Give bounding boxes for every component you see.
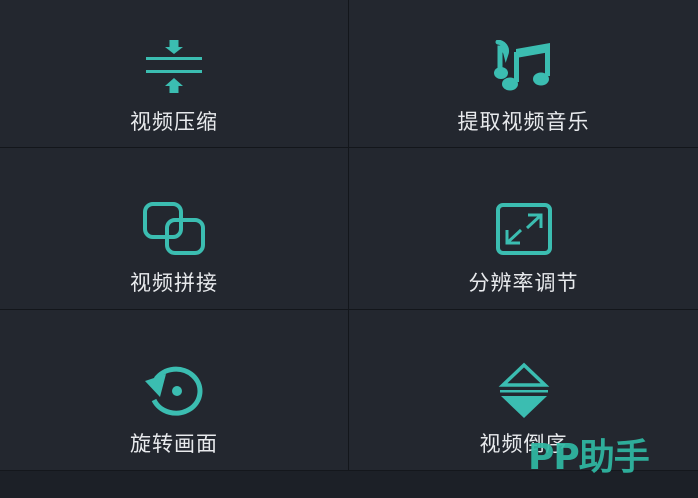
tool-label: 视频压缩: [130, 110, 218, 134]
music-note-icon: [493, 40, 550, 91]
overlap-squares-icon: [143, 202, 205, 255]
tool-label: 旋转画面: [130, 432, 218, 456]
tool-video-join[interactable]: 视频拼接: [0, 148, 348, 309]
tool-label: 视频拼接: [130, 271, 218, 295]
reverse-triangles-icon: [498, 362, 549, 418]
rotate-icon: [145, 366, 203, 416]
expand-arrows-icon: [495, 203, 552, 255]
tool-label: 分辨率调节: [468, 271, 579, 295]
compress-icon: [146, 40, 202, 93]
tool-label: 提取视频音乐: [457, 110, 590, 134]
tool-grid: 视频压缩 提取视频音乐 视频拼接 分辨率调节 旋转画面 视频倒序: [0, 0, 698, 470]
tool-video-compress[interactable]: 视频压缩: [0, 0, 348, 147]
tool-rotate[interactable]: 旋转画面: [0, 310, 348, 470]
tool-extract-music[interactable]: 提取视频音乐: [349, 0, 698, 147]
tool-resolution[interactable]: 分辨率调节: [349, 148, 698, 309]
pp-assistant-watermark: PP助手: [528, 437, 650, 478]
